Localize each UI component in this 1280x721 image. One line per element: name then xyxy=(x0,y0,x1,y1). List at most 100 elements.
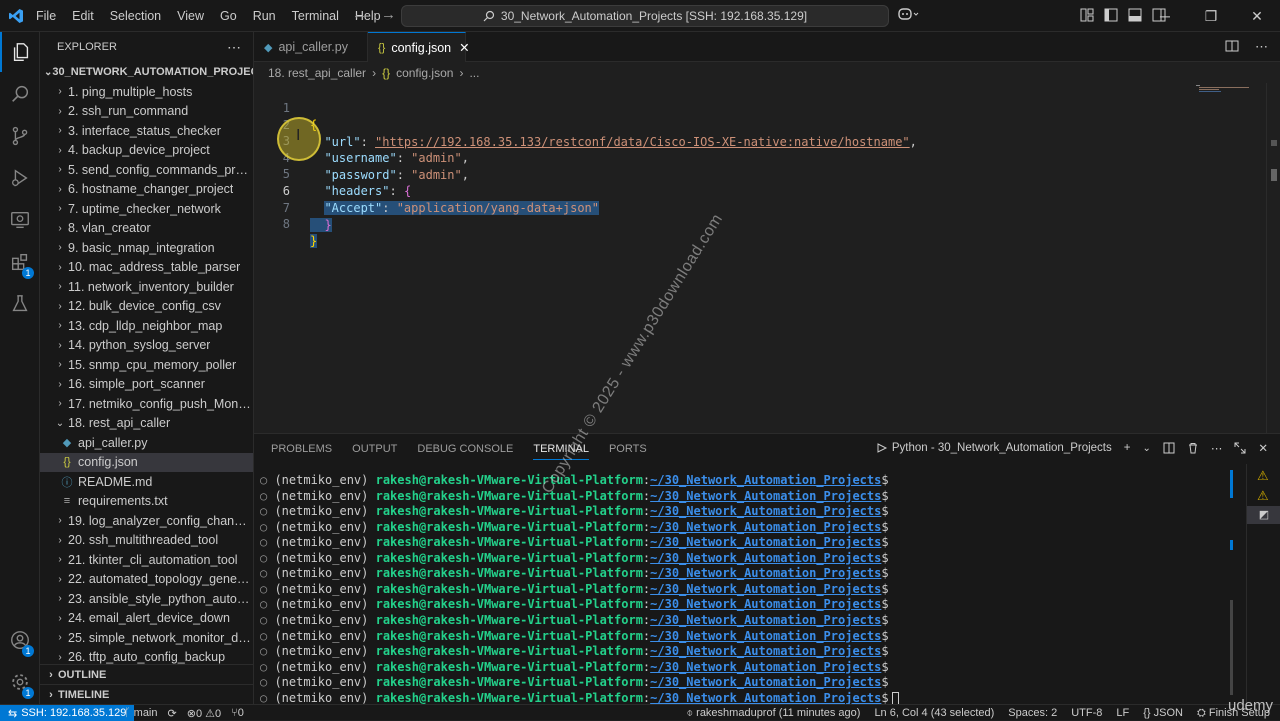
minimap[interactable] xyxy=(1196,85,1254,93)
copilot-icon[interactable] xyxy=(898,6,919,22)
tree-folder[interactable]: › 3. interface_status_checker xyxy=(40,121,253,141)
editor-scrollbar[interactable] xyxy=(1266,83,1280,433)
encoding[interactable]: UTF-8 xyxy=(1071,707,1102,719)
problems-item[interactable]: ⊗0 ⚠0 xyxy=(187,707,221,720)
close-tab-icon[interactable]: ✕ xyxy=(459,40,469,55)
timeline-section[interactable]: › TIMELINE xyxy=(40,684,253,704)
warning-icon[interactable]: ⚠ xyxy=(1257,468,1269,484)
menu-go[interactable]: Go xyxy=(212,0,245,32)
explorer-activity[interactable] xyxy=(0,32,40,72)
tree-folder[interactable]: › 8. vlan_creator xyxy=(40,219,253,239)
tree-folder[interactable]: › 15. snmp_cpu_memory_poller xyxy=(40,355,253,375)
more-actions-icon[interactable]: ⋯ xyxy=(227,39,241,56)
indentation[interactable]: Spaces: 2 xyxy=(1008,707,1057,719)
sync-icon[interactable]: ⟳ xyxy=(168,707,177,720)
terminal-scrollbar[interactable] xyxy=(1228,470,1236,700)
chevron-right-icon: › xyxy=(58,261,62,273)
testing-activity[interactable] xyxy=(0,284,40,324)
tree-folder[interactable]: › 10. mac_address_table_parser xyxy=(40,258,253,278)
source-control-activity[interactable] xyxy=(0,116,40,156)
branch-item[interactable]: ᚴ main xyxy=(124,707,158,719)
new-terminal-icon[interactable]: + xyxy=(1124,442,1131,454)
search-activity[interactable] xyxy=(0,74,40,114)
tree-file[interactable]: ◆ api_caller.py xyxy=(40,433,253,453)
menu-view[interactable]: View xyxy=(169,0,212,32)
tree-folder[interactable]: › 22. automated_topology_generator xyxy=(40,570,253,590)
command-center[interactable]: 30_Network_Automation_Projects [SSH: 192… xyxy=(401,5,889,27)
tree-folder[interactable]: › 19. log_analyzer_config_changes xyxy=(40,511,253,531)
remote-indicator[interactable]: ⇆ SSH: 192.168.35.129 xyxy=(0,705,135,721)
tree-folder[interactable]: › 21. tkinter_cli_automation_tool xyxy=(40,550,253,570)
close-window-icon[interactable]: ✕ xyxy=(1234,0,1280,32)
tree-folder[interactable]: › 23. ansible_style_python_automation xyxy=(40,589,253,609)
menu-edit[interactable]: Edit xyxy=(64,0,102,32)
menu-terminal[interactable]: Terminal xyxy=(284,0,347,32)
tree-folder[interactable]: › 12. bulk_device_config_csv xyxy=(40,297,253,317)
tree-folder[interactable]: › 20. ssh_multithreaded_tool xyxy=(40,531,253,551)
extensions-activity[interactable]: 1 xyxy=(0,242,40,282)
tree-folder[interactable]: › 6. hostname_changer_project xyxy=(40,180,253,200)
minimize-icon[interactable]: ─ xyxy=(1142,0,1188,32)
restore-icon[interactable]: ❐ xyxy=(1188,0,1234,32)
warning-icon[interactable]: ⚠ xyxy=(1257,488,1269,504)
tab-ports[interactable]: PORTS xyxy=(609,443,647,460)
maximize-panel-icon[interactable] xyxy=(1234,442,1246,454)
back-arrow-icon[interactable]: ← xyxy=(352,6,367,23)
split-editor-icon[interactable] xyxy=(1225,39,1239,53)
terminal-output[interactable]: ○ (netmiko_env) rakesh@rakesh-VMware-Vir… xyxy=(254,470,1244,705)
tab-problems[interactable]: PROBLEMS xyxy=(271,443,332,460)
tree-folder[interactable]: › 25. simple_network_monitor_dashbo... xyxy=(40,628,253,648)
tree-folder[interactable]: › 13. cdp_lldp_neighbor_map xyxy=(40,316,253,336)
outline-section[interactable]: › OUTLINE xyxy=(40,664,253,684)
split-terminal-icon[interactable] xyxy=(1163,442,1175,454)
tab-api-caller[interactable]: ◆ api_caller.py xyxy=(254,32,368,62)
tree-folder[interactable]: › 9. basic_nmap_integration xyxy=(40,238,253,258)
language-mode[interactable]: {} JSON xyxy=(1143,707,1183,719)
tab-debug-console[interactable]: DEBUG CONSOLE xyxy=(417,443,513,460)
menu-file[interactable]: File xyxy=(28,0,64,32)
accounts-activity[interactable]: 1 xyxy=(0,620,40,660)
tab-config-json[interactable]: {} config.json ✕ xyxy=(368,32,470,62)
git-blame-item[interactable]: ⌽ rakeshmaduprof (11 minutes ago) xyxy=(687,707,861,720)
breadcrumb-more[interactable]: ... xyxy=(469,66,479,80)
remote-explorer-activity[interactable] xyxy=(0,200,40,240)
breadcrumb-file[interactable]: config.json xyxy=(396,66,453,80)
workspace-root[interactable]: ⌄ 30_NETWORK_AUTOMATION_PROJECTS [S... xyxy=(40,62,253,82)
toggle-sidebar-icon[interactable] xyxy=(1104,8,1118,22)
run-debug-activity[interactable] xyxy=(0,158,40,198)
customize-layout-icon[interactable] xyxy=(1080,8,1094,22)
tree-folder[interactable]: › 4. backup_device_project xyxy=(40,141,253,161)
tree-folder[interactable]: › 2. ssh_run_command xyxy=(40,102,253,122)
chevron-down-icon[interactable]: ⌄ xyxy=(1142,443,1150,454)
terminal-line: ○ (netmiko_env) rakesh@rakesh-VMware-Vir… xyxy=(260,535,889,551)
tree-folder[interactable]: › 17. netmiko_config_push_Monitor xyxy=(40,394,253,414)
tree-folder[interactable]: › 7. uptime_checker_network xyxy=(40,199,253,219)
trash-icon[interactable] xyxy=(1187,442,1199,454)
ports-item[interactable]: ⑂0 xyxy=(231,707,244,719)
tree-folder[interactable]: › 24. email_alert_device_down xyxy=(40,609,253,629)
tree-file[interactable]: {} config.json xyxy=(40,452,253,472)
tree-folder[interactable]: ⌄ 18. rest_api_caller xyxy=(40,414,253,434)
menu-selection[interactable]: Selection xyxy=(102,0,169,32)
tree-folder[interactable]: › 14. python_syslog_server xyxy=(40,336,253,356)
terminal-instance-icon[interactable]: ◩ xyxy=(1247,506,1280,524)
more-actions-icon[interactable]: ⋯ xyxy=(1255,39,1268,55)
tree-folder[interactable]: › 11. network_inventory_builder xyxy=(40,277,253,297)
tree-folder[interactable]: › 5. send_config_commands_project xyxy=(40,160,253,180)
terminal-selector[interactable]: Python - 30_Network_Automation_Projects xyxy=(876,442,1112,454)
code-editor[interactable]: 1 { 2 "url": "https://192.168.35.133/res… xyxy=(254,83,1280,433)
tree-file[interactable]: ⓘ README.md xyxy=(40,472,253,492)
manage-activity[interactable]: 1 xyxy=(0,662,40,702)
breadcrumb-folder[interactable]: 18. rest_api_caller xyxy=(268,66,366,80)
forward-arrow-icon[interactable]: → xyxy=(381,6,396,23)
more-actions-icon[interactable]: ⋯ xyxy=(1211,441,1223,455)
menu-run[interactable]: Run xyxy=(245,0,284,32)
tree-folder[interactable]: › 1. ping_multiple_hosts xyxy=(40,82,253,102)
tab-output[interactable]: OUTPUT xyxy=(352,443,397,460)
end-of-line[interactable]: LF xyxy=(1116,707,1129,719)
cursor-position[interactable]: Ln 6, Col 4 (43 selected) xyxy=(874,707,994,719)
close-panel-icon[interactable]: ✕ xyxy=(1258,441,1268,455)
tree-folder[interactable]: › 16. simple_port_scanner xyxy=(40,375,253,395)
tree-file[interactable]: ≡ requirements.txt xyxy=(40,492,253,512)
toggle-panel-icon[interactable] xyxy=(1128,8,1142,22)
